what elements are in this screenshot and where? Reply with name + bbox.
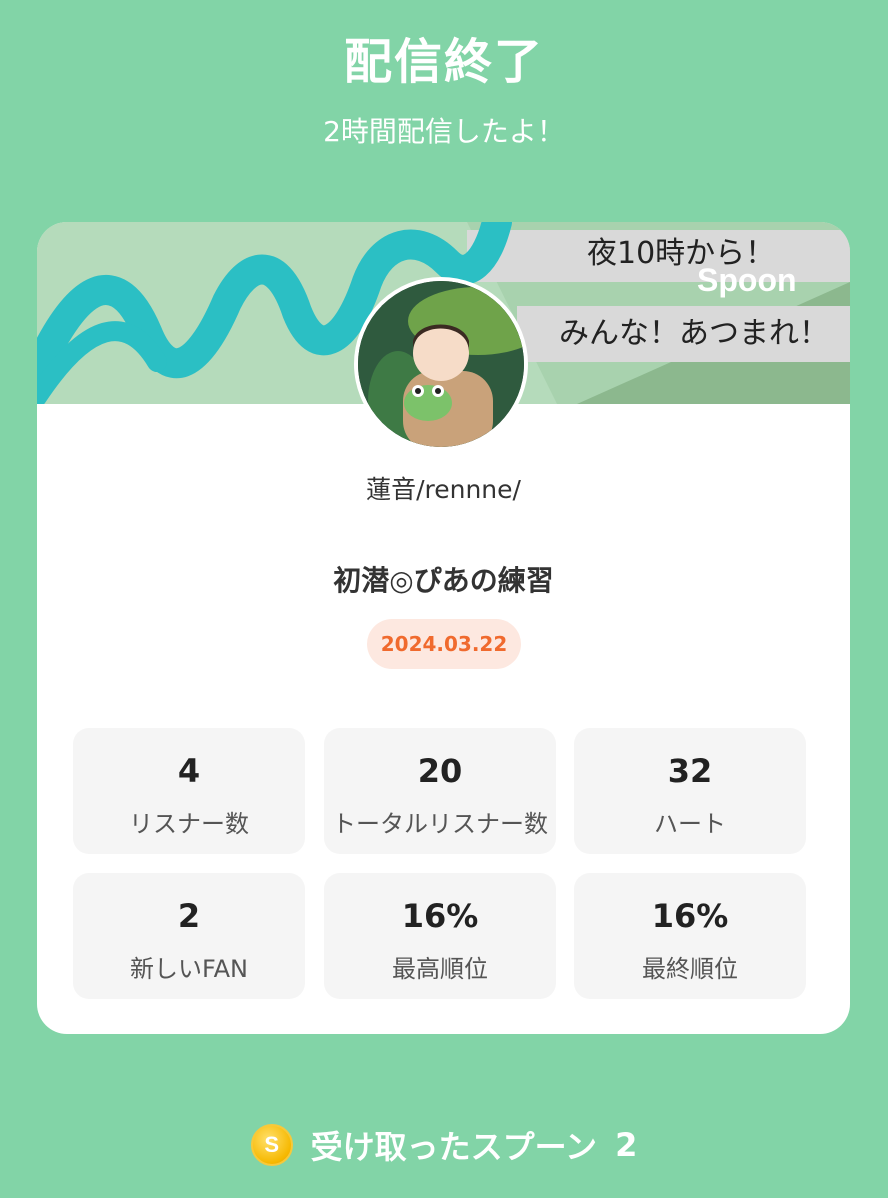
received-spoons-label: 受け取ったスプーン — [310, 1128, 598, 1166]
received-spoons: S 受け取ったスプーン 2 — [0, 1120, 888, 1170]
stat-value: 32 — [667, 752, 713, 790]
stat-hearts: 32 ハート — [574, 728, 806, 854]
stat-value: 16% — [401, 897, 479, 935]
stat-label: リスナー数 — [129, 810, 249, 838]
stat-label: 新しいFAN — [130, 955, 248, 983]
avatar[interactable] — [354, 277, 528, 451]
spoon-coin-icon: S — [250, 1124, 293, 1166]
stat-peak-rank: 16% 最高順位 — [324, 873, 556, 999]
stat-value: 20 — [417, 752, 463, 790]
stat-value: 4 — [177, 752, 201, 790]
page-subtitle: 2時間配信したよ！ — [323, 115, 565, 148]
stat-listeners: 4 リスナー数 — [73, 728, 305, 854]
live-title: 初潜◎ぴあの練習 — [333, 564, 554, 597]
stat-label: 最終順位 — [642, 955, 738, 983]
received-spoons-count: 2 — [615, 1126, 638, 1164]
stat-value: 2 — [177, 897, 201, 935]
page-title: 配信終了 — [343, 34, 544, 90]
stat-total-listeners: 20 トータルリスナー数 — [324, 728, 556, 854]
stat-value: 16% — [651, 897, 729, 935]
stat-label: ハート — [654, 810, 726, 838]
stat-final-rank: 16% 最終順位 — [574, 873, 806, 999]
stat-label: トータルリスナー数 — [332, 810, 548, 838]
date-badge: 2024.03.22 — [367, 619, 521, 669]
banner-text-line2: みんな！あつまれ！ — [559, 316, 829, 351]
stat-new-fans: 2 新しいFAN — [73, 873, 305, 999]
username[interactable]: 蓮音/rennne/ — [37, 470, 850, 506]
stat-label: 最高順位 — [392, 955, 488, 983]
avatar-illustration — [358, 281, 524, 447]
spoon-logo: Spoon — [697, 262, 797, 298]
summary-card: 夜10時から！ Spoon みんな！あつまれ！ 蓮音/rennne/ 初潜◎ぴあ… — [37, 222, 850, 1034]
